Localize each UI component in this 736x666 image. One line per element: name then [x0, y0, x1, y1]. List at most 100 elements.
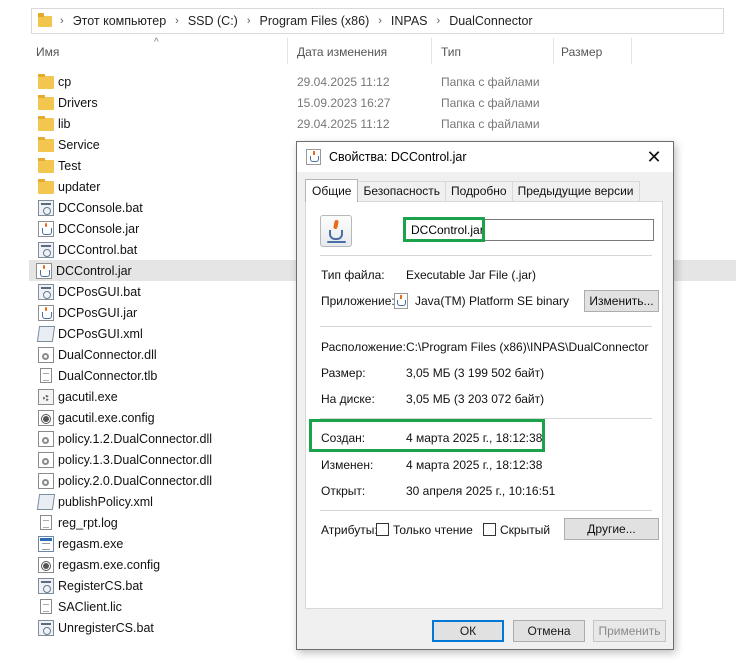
file-type: Папка с файлами — [441, 74, 540, 89]
column-divider[interactable] — [287, 38, 288, 64]
app-value: Java(TM) Platform SE binary — [415, 294, 570, 308]
file-row[interactable]: Drivers 15.09.2023 16:27 Папка с файлами — [31, 92, 736, 113]
jar-file-icon — [36, 262, 52, 279]
ok-button[interactable]: ОК — [432, 620, 504, 642]
modified-label: Изменен: — [321, 458, 374, 472]
file-name: DCPosGUI.bat — [58, 284, 141, 299]
file-name: lib — [58, 116, 71, 131]
tab-security[interactable]: Безопасность — [357, 181, 447, 201]
file-type: Папка с файлами — [441, 95, 540, 110]
readonly-checkbox[interactable] — [376, 523, 389, 536]
general-panel: DCControl.jar Тип файла: Executable Jar … — [305, 201, 663, 609]
config-file-icon — [38, 556, 54, 573]
column-date[interactable]: Дата изменения — [297, 45, 387, 59]
disk-size-label: На диске: — [321, 392, 375, 406]
location-value: C:\Program Files (x86)\INPAS\DualConnect… — [406, 340, 649, 354]
folder-icon — [38, 95, 54, 110]
file-name: gacutil.exe.config — [58, 410, 155, 425]
tab-strip: Общие Безопасность Подробно Предыдущие в… — [305, 179, 640, 202]
tab-details[interactable]: Подробно — [445, 181, 513, 201]
modified-value: 4 марта 2025 г., 18:12:38 — [406, 458, 543, 472]
opened-label: Открыт: — [321, 484, 366, 498]
opened-value: 30 апреля 2025 г., 10:16:51 — [406, 484, 556, 498]
jar-file-icon — [38, 220, 54, 237]
hidden-checkbox[interactable] — [483, 523, 496, 536]
file-name: Service — [58, 137, 100, 152]
size-value: 3,05 МБ (3 199 502 байт) — [406, 366, 545, 380]
regasm-exe-icon — [38, 535, 54, 552]
bat-file-icon — [38, 619, 54, 636]
breadcrumb-item[interactable]: INPAS — [391, 14, 428, 28]
chevron-right-icon: › — [378, 15, 382, 27]
location-label: Расположение: — [321, 340, 406, 354]
properties-dialog: Свойства: DCControl.jar ✕ Общие Безопасн… — [296, 141, 674, 650]
bat-file-icon — [38, 577, 54, 594]
hidden-label: Скрытый — [500, 523, 551, 537]
file-name: policy.2.0.DualConnector.dll — [58, 473, 213, 488]
address-bar[interactable]: › Этот компьютер › SSD (C:) › Program Fi… — [31, 8, 724, 34]
file-name: publishPolicy.xml — [58, 494, 153, 509]
tab-general[interactable]: Общие — [305, 179, 359, 202]
file-name: SAClient.lic — [58, 599, 122, 614]
file-name: policy.1.2.DualConnector.dll — [58, 431, 213, 446]
divider — [320, 255, 652, 256]
file-row[interactable]: lib 29.04.2025 11:12 Папка с файлами — [31, 113, 736, 134]
file-name: Test — [58, 158, 81, 173]
java-icon — [394, 293, 408, 309]
column-divider[interactable] — [631, 38, 632, 64]
file-name: gacutil.exe — [58, 389, 118, 404]
folder-icon — [38, 179, 54, 194]
breadcrumb-item[interactable]: SSD (C:) — [188, 14, 238, 28]
column-divider[interactable] — [431, 38, 432, 64]
close-icon[interactable]: ✕ — [643, 146, 665, 168]
file-date: 29.04.2025 11:12 — [297, 116, 390, 131]
highlight-box — [309, 419, 545, 452]
column-type[interactable]: Тип — [441, 45, 461, 59]
breadcrumb-item[interactable]: DualConnector — [449, 14, 532, 28]
file-name: reg_rpt.log — [58, 515, 118, 530]
bat-file-icon — [38, 199, 54, 216]
cancel-button[interactable]: Отмена — [513, 620, 585, 642]
chevron-right-icon: › — [60, 15, 64, 27]
bat-file-icon — [38, 283, 54, 300]
breadcrumb-item[interactable]: Этот компьютер — [73, 14, 166, 28]
file-name: DCConsole.jar — [58, 221, 140, 236]
column-size[interactable]: Размер — [561, 45, 602, 59]
xml-file-icon — [36, 493, 56, 510]
folder-icon — [38, 74, 54, 89]
file-name: DCConsole.bat — [58, 200, 143, 215]
exe-file-icon — [38, 388, 54, 405]
bat-file-icon — [38, 241, 54, 258]
folder-icon — [38, 158, 54, 173]
folder-icon — [38, 116, 54, 131]
chevron-right-icon: › — [175, 15, 179, 27]
change-button[interactable]: Изменить... — [584, 290, 659, 312]
jar-file-icon — [38, 304, 54, 321]
attributes-label: Атрибуты: — [321, 523, 378, 537]
file-name: updater — [58, 179, 101, 194]
divider — [320, 326, 652, 327]
file-date: 29.04.2025 11:12 — [297, 74, 390, 89]
file-type: Папка с файлами — [441, 116, 540, 131]
highlight-box — [403, 217, 485, 242]
file-row[interactable]: cp 29.04.2025 11:12 Папка с файлами — [31, 71, 736, 92]
file-name: DualConnector.tlb — [58, 368, 158, 383]
column-name[interactable]: Имя — [36, 45, 59, 59]
file-name: UnregisterCS.bat — [58, 620, 154, 635]
breadcrumb-item[interactable]: Program Files (x86) — [260, 14, 370, 28]
tab-previous-versions[interactable]: Предыдущие версии — [511, 181, 640, 201]
java-icon — [320, 215, 352, 247]
blank-file-icon — [40, 368, 52, 383]
file-name: Drivers — [58, 95, 98, 110]
apply-button[interactable]: Применить — [593, 620, 666, 642]
folder-icon — [38, 137, 54, 152]
other-attributes-button[interactable]: Другие... — [564, 518, 659, 540]
size-label: Размер: — [321, 366, 366, 380]
file-date: 15.09.2023 16:27 — [297, 95, 391, 110]
dialog-titlebar[interactable]: Свойства: DCControl.jar ✕ — [297, 142, 673, 172]
sort-up-icon: ^ — [154, 37, 159, 48]
file-type-value: Executable Jar File (.jar) — [406, 268, 537, 282]
file-name: DualConnector.dll — [58, 347, 157, 362]
column-divider[interactable] — [553, 38, 554, 64]
dll-file-icon — [38, 472, 54, 489]
